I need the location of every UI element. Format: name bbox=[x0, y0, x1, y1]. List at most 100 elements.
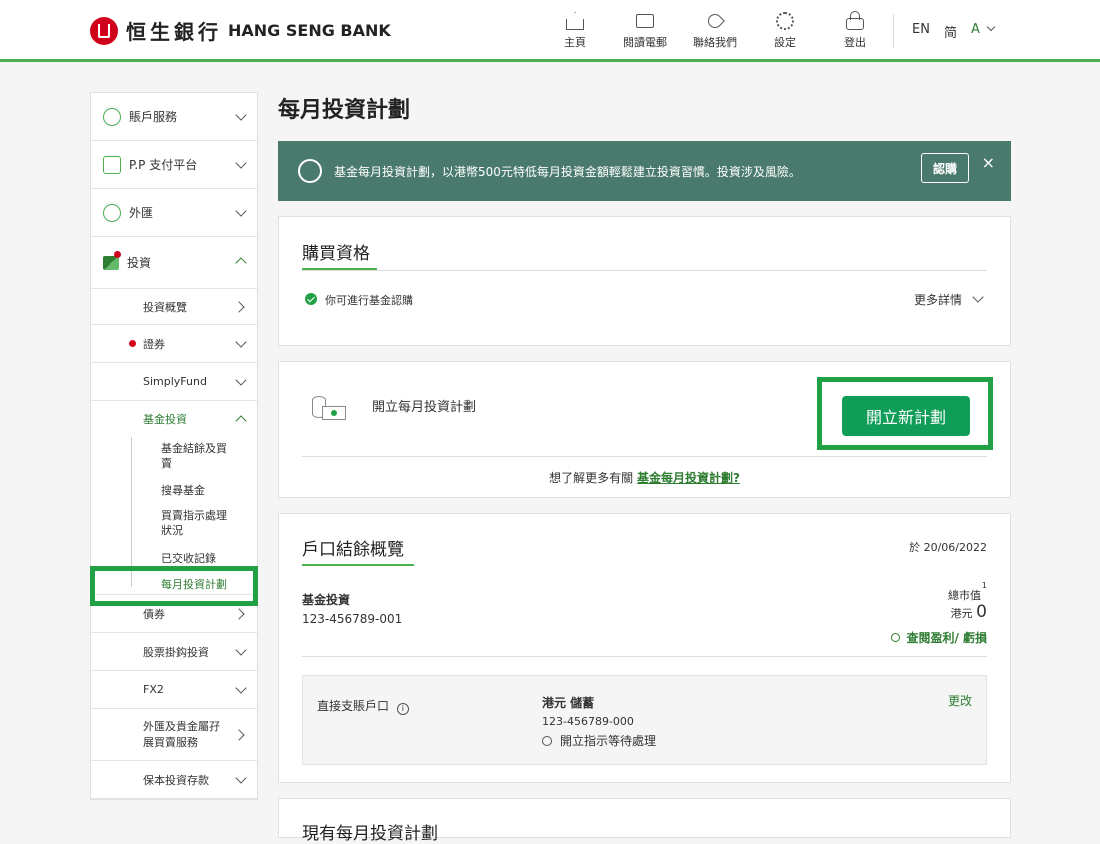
gear-icon bbox=[776, 12, 794, 30]
nav-contact[interactable]: 聯絡我們 bbox=[680, 11, 750, 50]
bank-logo-icon bbox=[90, 16, 118, 45]
balance-date: 於 20/06/2022 bbox=[909, 539, 987, 555]
sidebar-sub-label: 基金投資 bbox=[143, 413, 187, 426]
lang-en-link[interactable]: EN bbox=[912, 22, 930, 37]
nav-settings-label: 設定 bbox=[774, 36, 796, 49]
nav-home[interactable]: 主頁 bbox=[540, 12, 610, 50]
font-size-toggle[interactable]: A bbox=[971, 22, 996, 37]
existing-plans-card: 現有每月投資計劃 bbox=[278, 798, 1011, 844]
sidebar-sub-securities[interactable]: 證券 bbox=[91, 325, 257, 363]
lock-icon bbox=[846, 11, 864, 30]
chevron-down-icon bbox=[235, 109, 247, 121]
subscribe-button[interactable]: 認購 bbox=[921, 153, 969, 183]
sidebar-sub-label: 外匯及貴金屬孖展買賣服務 bbox=[143, 719, 220, 749]
debit-account-box: 直接支賬戶口 i 港元 儲蓄 123-456789-000 開立指示等待處理 更… bbox=[302, 675, 987, 765]
chevron-right-icon bbox=[233, 728, 245, 741]
coin-icon bbox=[298, 159, 322, 183]
balance-title: 戶口結餘概覽 bbox=[302, 540, 404, 560]
sidebar-leaf-settled[interactable]: 已交收記錄 bbox=[91, 551, 240, 566]
chevron-down-icon bbox=[235, 771, 247, 784]
logo-english: HANG SENG BANK bbox=[228, 21, 391, 40]
chevron-down-icon bbox=[235, 205, 247, 217]
bank-logo[interactable]: 恒生銀行 HANG SENG BANK bbox=[90, 16, 391, 45]
sidebar-sub-equity-linked[interactable]: 股票掛鈎投資 bbox=[91, 633, 257, 671]
logo-chinese: 恒生銀行 bbox=[126, 20, 222, 44]
top-nav: 主頁 閱讀電郵 聯絡我們 設定 登出 bbox=[540, 11, 890, 50]
nav-mail[interactable]: 閱讀電郵 bbox=[610, 12, 680, 50]
nav-logout-label: 登出 bbox=[844, 36, 866, 49]
sidebar-sub-principal[interactable]: 保本投資存款 bbox=[91, 761, 257, 799]
sidebar-sub-label: 債券 bbox=[143, 607, 165, 621]
debit-account-type: 港元 儲蓄 bbox=[542, 696, 595, 710]
debit-status: 開立指示等待處理 bbox=[542, 732, 656, 749]
button-highlight-box bbox=[817, 377, 993, 450]
chevron-down-icon bbox=[235, 157, 247, 169]
home-icon bbox=[566, 12, 584, 30]
eligibility-status: 你可進行基金認購 bbox=[325, 294, 413, 307]
clock-icon bbox=[542, 736, 552, 746]
search-icon bbox=[891, 633, 901, 642]
chevron-down-icon bbox=[235, 681, 247, 694]
learn-more-text: 想了解更多有關 基金每月投資計劃? bbox=[279, 469, 1010, 486]
phone-icon bbox=[705, 11, 725, 31]
page-title: 每月投資計劃 bbox=[278, 98, 411, 123]
sidebar-sub-fund[interactable]: 基金投資 bbox=[91, 401, 257, 437]
top-header: 恒生銀行 HANG SENG BANK 主頁 閱讀電郵 聯絡我們 設定 登出 E… bbox=[0, 0, 1100, 62]
sidebar-item-payment[interactable]: P.P 支付平台 bbox=[91, 141, 257, 189]
change-link[interactable]: 更改 bbox=[948, 692, 972, 709]
sidebar-sub-label: 保本投資存款 bbox=[143, 773, 209, 787]
title-underline bbox=[302, 268, 377, 270]
profit-loss-link[interactable]: 查閱盈利/ 虧損 bbox=[891, 629, 987, 646]
sidebar-item-label: P.P 支付平台 bbox=[129, 158, 198, 172]
sidebar-sub-label: 股票掛鈎投資 bbox=[143, 645, 209, 659]
sidebar-nav: 賬戶服務 P.P 支付平台 外匯 投資 投資概覽 證券 SimplyFund 基… bbox=[90, 92, 258, 800]
chevron-down-icon bbox=[235, 335, 247, 348]
banner-text: 基金每月投資計劃，以港幣500元特低每月投資金額輕鬆建立投資習慣。投資涉及風險。 bbox=[334, 164, 801, 179]
sidebar-sub-precious-metal[interactable]: 外匯及貴金屬孖展買賣服務 bbox=[91, 709, 257, 761]
nav-contact-label: 聯絡我們 bbox=[693, 36, 737, 49]
eligibility-title: 購買資格 bbox=[302, 244, 370, 264]
nav-settings[interactable]: 設定 bbox=[750, 12, 820, 50]
sidebar-sub-overview[interactable]: 投資概覽 bbox=[91, 289, 257, 325]
sidebar-sub-label: 證券 bbox=[143, 337, 165, 351]
learn-more-link[interactable]: 基金每月投資計劃? bbox=[637, 471, 740, 485]
more-details-toggle[interactable]: 更多詳情 bbox=[914, 291, 962, 308]
divider bbox=[302, 456, 987, 457]
date-value: 20/06/2022 bbox=[923, 541, 987, 554]
check-circle-icon bbox=[305, 293, 317, 305]
title-underline bbox=[302, 564, 414, 566]
learn-more-prefix: 想了解更多有關 bbox=[549, 471, 634, 485]
debit-label-text: 直接支賬戶口 bbox=[317, 699, 390, 713]
sidebar-item-fx[interactable]: 外匯 bbox=[91, 189, 257, 237]
user-icon bbox=[103, 107, 121, 126]
sidebar-sub-fx2[interactable]: FX2 bbox=[91, 671, 257, 709]
balance-card: 戶口結餘概覽 於 20/06/2022 基金投資 123-456789-001 … bbox=[278, 513, 1011, 783]
money-plan-icon bbox=[312, 396, 346, 422]
currency: 港元 bbox=[950, 607, 973, 620]
close-icon[interactable]: × bbox=[982, 153, 995, 172]
lang-sc-link[interactable]: 简 bbox=[944, 22, 957, 41]
chevron-down-icon bbox=[986, 22, 996, 32]
nav-mail-label: 閱讀電郵 bbox=[623, 36, 667, 49]
payment-icon bbox=[103, 155, 121, 174]
footnote-mark: 1 bbox=[981, 581, 987, 590]
promo-banner: 基金每月投資計劃，以港幣500元特低每月投資金額輕鬆建立投資習慣。投資涉及風險。… bbox=[278, 141, 1011, 201]
sidebar-item-invest[interactable]: 投資 bbox=[91, 237, 257, 289]
info-icon[interactable]: i bbox=[396, 703, 409, 715]
mail-icon bbox=[636, 14, 654, 28]
chevron-down-icon[interactable] bbox=[972, 291, 984, 303]
sidebar-leaf-order-status[interactable]: 買賣指示處理狀況 bbox=[91, 508, 257, 538]
sidebar-item-label: 投資 bbox=[127, 256, 152, 270]
profit-loss-label: 查閱盈利/ 虧損 bbox=[906, 631, 987, 645]
sidebar-sub-label: SimplyFund bbox=[143, 375, 207, 388]
nav-logout[interactable]: 登出 bbox=[820, 11, 890, 50]
notification-dot bbox=[129, 340, 136, 347]
invest-icon bbox=[103, 250, 121, 270]
chevron-down-icon bbox=[235, 643, 247, 656]
sidebar-sub-label: FX2 bbox=[143, 683, 164, 696]
sidebar-sub-simplyfund[interactable]: SimplyFund bbox=[91, 363, 257, 401]
sidebar-leaf-fund-balance[interactable]: 基金結餘及買賣 bbox=[91, 441, 257, 471]
sidebar-highlight-box bbox=[90, 566, 258, 606]
sidebar-leaf-fund-search[interactable]: 搜尋基金 bbox=[91, 483, 229, 498]
sidebar-item-account[interactable]: 賬戶服務 bbox=[91, 93, 257, 141]
